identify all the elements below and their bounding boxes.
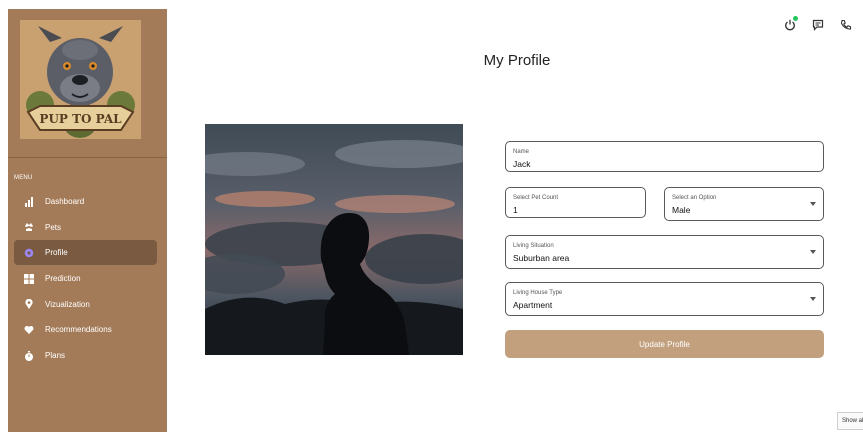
sidebar-item-label: Recommendations <box>45 325 112 335</box>
sidebar-item-label: Dashboard <box>45 197 85 206</box>
chevron-down-icon <box>810 297 816 301</box>
sidebar-item-prediction[interactable]: Prediction <box>8 266 167 291</box>
sidebar-item-label: Prediction <box>45 274 81 284</box>
pet-count-value: 1 <box>513 205 518 215</box>
silhouette-sunset-image <box>205 124 463 355</box>
power-icon[interactable] <box>783 16 798 32</box>
name-field[interactable]: Name Jack <box>505 141 824 172</box>
gender-select-value: Male <box>672 205 691 215</box>
message-icon[interactable] <box>811 18 825 32</box>
house-type-value: Apartment <box>513 300 553 310</box>
show-all-tab[interactable]: Show all <box>837 412 863 430</box>
page-title: My Profile <box>483 52 551 69</box>
name-field-label: Name <box>513 149 530 155</box>
sidebar-item-label: Plans <box>45 351 66 361</box>
sidebar-item-profile[interactable]: Profile <box>14 240 157 266</box>
sidebar-item-vizualization[interactable]: Vizualization <box>8 292 167 317</box>
update-profile-button[interactable]: Update Profile <box>505 330 824 358</box>
page-title-wrap: My Profile <box>0 52 863 69</box>
online-status-dot <box>793 16 798 21</box>
sidebar-item-pets[interactable]: Pets <box>8 215 167 240</box>
sidebar-divider <box>8 157 167 158</box>
chevron-down-icon <box>810 202 816 206</box>
sidebar-item-label: Profile <box>45 248 68 258</box>
menu-heading: MENU <box>14 175 33 181</box>
sidebar-nav: Dashboard Pets Profile Prediction Vizual… <box>8 189 167 369</box>
heart-icon <box>24 325 34 335</box>
logo[interactable]: PUP TO PAL <box>20 20 141 139</box>
pet-count-label: Select Pet Count <box>513 195 559 201</box>
dog-logo-image: PUP TO PAL <box>20 20 141 139</box>
user-settings-icon <box>24 248 34 258</box>
sidebar-item-recommendations[interactable]: Recommendations <box>8 317 167 342</box>
pet-count-field[interactable]: Select Pet Count 1 <box>505 187 646 218</box>
gender-select[interactable]: Select an Option Male <box>664 187 824 221</box>
sidebar-item-plans[interactable]: Plans <box>8 343 167 368</box>
app-root: PUP TO PAL MENU Dashboard Pets Profile P… <box>0 0 863 432</box>
living-situation-value: Suburban area <box>513 253 570 263</box>
grid-icon <box>24 273 34 284</box>
stopwatch-icon <box>24 350 34 361</box>
map-pin-icon <box>24 299 34 310</box>
top-toolbar <box>783 16 853 32</box>
phone-icon[interactable] <box>839 18 853 32</box>
gender-select-label: Select an Option <box>672 195 717 201</box>
house-type-label: Living House Type <box>513 290 563 296</box>
chevron-down-icon <box>810 250 816 254</box>
sidebar-item-dashboard[interactable]: Dashboard <box>8 189 167 214</box>
logo-text: PUP TO PAL <box>39 112 122 126</box>
profile-photo <box>205 124 463 355</box>
dog-icon <box>24 222 34 232</box>
house-type-select[interactable]: Living House Type Apartment <box>505 282 824 316</box>
living-situation-label: Living Situation <box>513 243 554 249</box>
bar-chart-icon <box>24 196 34 207</box>
name-field-value: Jack <box>513 159 531 169</box>
sidebar: PUP TO PAL MENU Dashboard Pets Profile P… <box>8 9 167 432</box>
sidebar-item-label: Vizualization <box>45 299 90 309</box>
sidebar-item-label: Pets <box>45 222 62 232</box>
living-situation-select[interactable]: Living Situation Suburban area <box>505 235 824 269</box>
